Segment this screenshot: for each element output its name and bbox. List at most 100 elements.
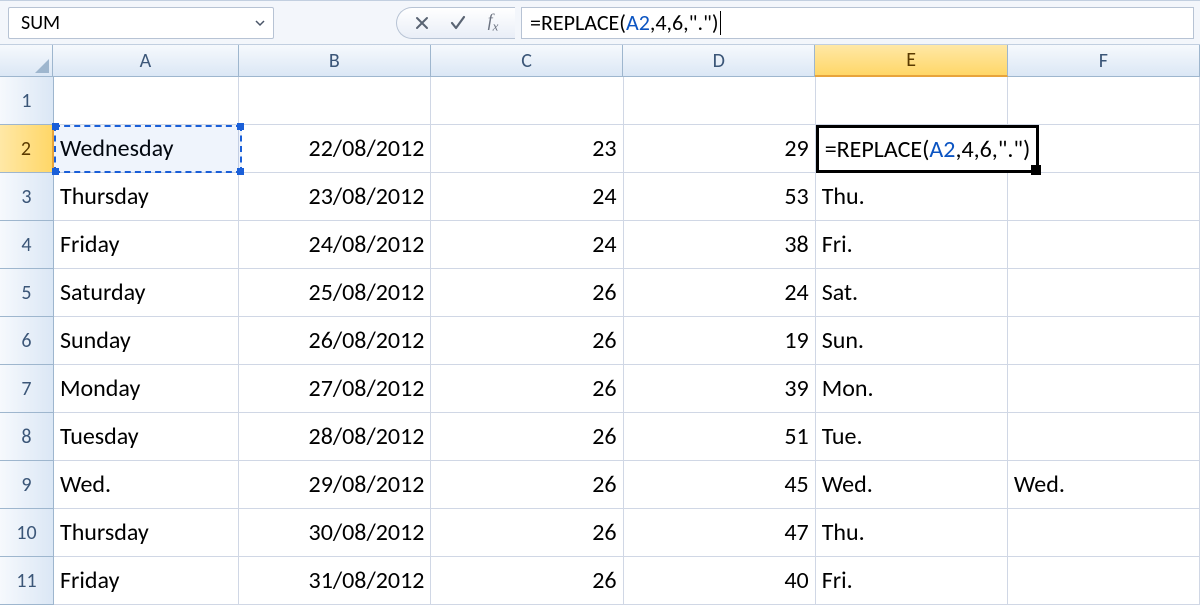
- cell-C6[interactable]: 26: [431, 317, 623, 365]
- cell-B5[interactable]: 25/08/2012: [239, 269, 431, 317]
- column-header-F[interactable]: F: [1008, 45, 1200, 77]
- cell-A2[interactable]: Wednesday: [54, 125, 239, 173]
- cell-E2[interactable]: =REPLACE(A2,4,6,"."): [816, 125, 1008, 173]
- enter-icon[interactable]: [447, 12, 469, 34]
- cell-E3[interactable]: Thu.: [816, 173, 1008, 221]
- cell-E7[interactable]: Mon.: [816, 365, 1008, 413]
- range-handle[interactable]: [52, 123, 59, 130]
- cell-F11[interactable]: [1008, 557, 1200, 605]
- row-header-1[interactable]: 1: [0, 77, 54, 125]
- cell-D9[interactable]: 45: [624, 461, 816, 509]
- cell-C5[interactable]: 26: [431, 269, 623, 317]
- name-box-input[interactable]: [19, 10, 251, 36]
- cell-value: 23/08/2012: [309, 182, 425, 211]
- cell-B4[interactable]: 24/08/2012: [239, 221, 431, 269]
- cell-B1[interactable]: [239, 77, 431, 125]
- cell-B6[interactable]: 26/08/2012: [239, 317, 431, 365]
- cell-A3[interactable]: Thursday: [54, 173, 239, 221]
- cell-A7[interactable]: Monday: [54, 365, 239, 413]
- cell-A4[interactable]: Friday: [54, 221, 239, 269]
- cell-D4[interactable]: 38: [624, 221, 816, 269]
- cell-B10[interactable]: 30/08/2012: [239, 509, 431, 557]
- cell-F6[interactable]: [1008, 317, 1200, 365]
- column-header-A[interactable]: A: [53, 45, 238, 77]
- cell-B11[interactable]: 31/08/2012: [239, 557, 431, 605]
- cell-A8[interactable]: Tuesday: [54, 413, 239, 461]
- row-header-10[interactable]: 10: [0, 509, 54, 557]
- formula-input[interactable]: =REPLACE(A2,4,6,"."): [521, 7, 1194, 39]
- cell-D7[interactable]: 39: [624, 365, 816, 413]
- cell-E1[interactable]: [816, 77, 1008, 125]
- row-header-4[interactable]: 4: [0, 221, 54, 269]
- cell-A1[interactable]: [54, 77, 239, 125]
- cell-value: 23: [592, 134, 616, 163]
- cell-C10[interactable]: 26: [431, 509, 623, 557]
- cell-A9[interactable]: Wed.: [54, 461, 239, 509]
- fill-handle[interactable]: [1031, 165, 1041, 175]
- select-all-button[interactable]: [0, 45, 53, 77]
- row-header-8[interactable]: 8: [0, 413, 54, 461]
- cell-F10[interactable]: [1008, 509, 1200, 557]
- cell-value: 24/08/2012: [309, 230, 425, 259]
- cell-D6[interactable]: 19: [624, 317, 816, 365]
- cell-F9[interactable]: Wed.: [1008, 461, 1200, 509]
- cell-D5[interactable]: 24: [624, 269, 816, 317]
- column-header-C[interactable]: C: [431, 45, 623, 77]
- cell-C9[interactable]: 26: [431, 461, 623, 509]
- cell-F7[interactable]: [1008, 365, 1200, 413]
- column-header-label: B: [329, 49, 340, 73]
- row-header-2[interactable]: 2: [0, 125, 54, 173]
- cell-F8[interactable]: [1008, 413, 1200, 461]
- cell-B7[interactable]: 27/08/2012: [239, 365, 431, 413]
- cell-value: Thu.: [822, 182, 865, 211]
- cell-F1[interactable]: [1008, 77, 1200, 125]
- row-header-5[interactable]: 5: [0, 269, 54, 317]
- column-header-D[interactable]: D: [623, 45, 815, 77]
- cancel-icon[interactable]: [411, 12, 433, 34]
- editing-cell-overlay[interactable]: =REPLACE(A2,4,6,"."): [816, 125, 1040, 173]
- cell-C1[interactable]: [431, 77, 623, 125]
- row-header-3[interactable]: 3: [0, 173, 54, 221]
- cell-C7[interactable]: 26: [431, 365, 623, 413]
- cell-F3[interactable]: [1008, 173, 1200, 221]
- cell-C8[interactable]: 26: [431, 413, 623, 461]
- cell-D8[interactable]: 51: [624, 413, 816, 461]
- column-header-E[interactable]: E: [815, 45, 1007, 77]
- cell-D2[interactable]: 29: [624, 125, 816, 173]
- cell-A6[interactable]: Sunday: [54, 317, 239, 365]
- cell-B9[interactable]: 29/08/2012: [239, 461, 431, 509]
- cell-C4[interactable]: 24: [431, 221, 623, 269]
- cell-B3[interactable]: 23/08/2012: [239, 173, 431, 221]
- cell-E4[interactable]: Fri.: [816, 221, 1008, 269]
- row-header-7[interactable]: 7: [0, 365, 54, 413]
- cell-E6[interactable]: Sun.: [816, 317, 1008, 365]
- cell-A11[interactable]: Friday: [54, 557, 239, 605]
- cell-A10[interactable]: Thursday: [54, 509, 239, 557]
- cell-D1[interactable]: [624, 77, 816, 125]
- cell-F4[interactable]: [1008, 221, 1200, 269]
- cell-E9[interactable]: Wed.: [816, 461, 1008, 509]
- cell-D11[interactable]: 40: [624, 557, 816, 605]
- name-box-dropdown-icon[interactable]: [251, 14, 269, 32]
- row-header-6[interactable]: 6: [0, 317, 54, 365]
- cell-C3[interactable]: 24: [431, 173, 623, 221]
- cell-E11[interactable]: Fri.: [816, 557, 1008, 605]
- cell-D10[interactable]: 47: [624, 509, 816, 557]
- cell-F5[interactable]: [1008, 269, 1200, 317]
- insert-function-button[interactable]: fx: [483, 12, 505, 34]
- row-header-9[interactable]: 9: [0, 461, 54, 509]
- cell-E8[interactable]: Tue.: [816, 413, 1008, 461]
- cell-D3[interactable]: 53: [624, 173, 816, 221]
- cell-C11[interactable]: 26: [431, 557, 623, 605]
- cell-E10[interactable]: Thu.: [816, 509, 1008, 557]
- cell-E5[interactable]: Sat.: [816, 269, 1008, 317]
- cell-C2[interactable]: 23: [431, 125, 623, 173]
- row-header-11[interactable]: 11: [0, 557, 54, 605]
- formula-bar-buttons: fx: [396, 7, 515, 39]
- name-box-wrap[interactable]: [8, 7, 274, 39]
- editing-cell-text: ,4,6,"."): [955, 135, 1030, 164]
- column-header-B[interactable]: B: [239, 45, 431, 77]
- cell-A5[interactable]: Saturday: [54, 269, 239, 317]
- cell-B2[interactable]: 22/08/2012: [239, 125, 431, 173]
- cell-B8[interactable]: 28/08/2012: [239, 413, 431, 461]
